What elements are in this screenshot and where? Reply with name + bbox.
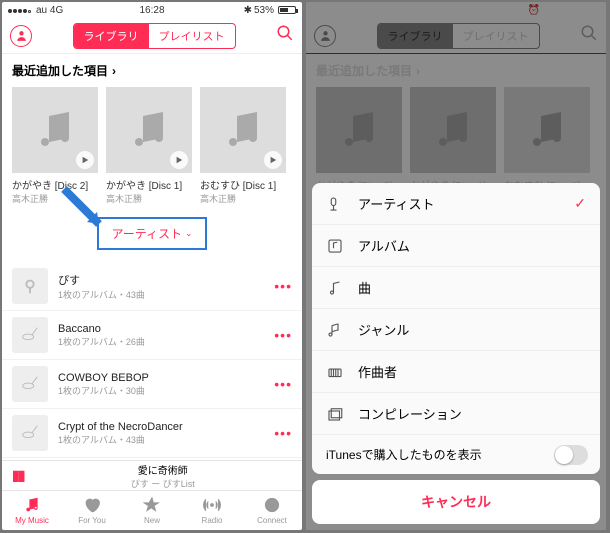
list-item[interactable]: Baccano1枚のアルバム・26曲•••	[2, 311, 302, 360]
more-button[interactable]: •••	[274, 327, 292, 343]
artist-list[interactable]: ぴす1枚のアルバム・43曲••• Baccano1枚のアルバム・26曲••• C…	[2, 262, 302, 460]
battery-icon	[278, 6, 296, 14]
list-item[interactable]: Galileo Galilei•••	[2, 458, 302, 460]
now-playing-bar[interactable]: ▮▮ 愛に奇術師ぴす ー ぴすList	[2, 460, 302, 490]
profile-button[interactable]	[10, 25, 32, 47]
tab-new[interactable]: New	[122, 491, 182, 530]
clock: 16:28	[139, 5, 164, 16]
option-album[interactable]: アルバム	[312, 225, 600, 267]
status-bar: au 4G 16:28 ✱ 53%	[2, 2, 302, 18]
pause-button[interactable]: ▮▮	[12, 467, 23, 484]
cancel-button[interactable]: キャンセル	[312, 480, 600, 524]
phone-left: au 4G 16:28 ✱ 53% ライブラリ プレイリスト 最近追加した項目 …	[2, 2, 302, 530]
chevron-down-icon: ⌄	[185, 228, 193, 239]
list-item[interactable]: COWBOY BEBOP1枚のアルバム・30曲•••	[2, 360, 302, 409]
action-sheet: アーティスト✓ アルバム 曲 ジャンル 作曲者 コンピレーション iTunesで…	[312, 183, 600, 524]
option-compilation[interactable]: コンピレーション	[312, 393, 600, 435]
list-item[interactable]: Crypt of the NecroDancer1枚のアルバム・43曲•••	[2, 409, 302, 458]
signal-dots-icon	[8, 5, 32, 16]
play-icon[interactable]	[76, 151, 94, 169]
nav-bar: ライブラリ プレイリスト	[2, 18, 302, 54]
annotation-arrow-icon	[59, 184, 109, 234]
option-genre[interactable]: ジャンル	[312, 309, 600, 351]
phone-right: au 2:41 ↖ ⏰ ✱ 100% ライブラリ プレイリスト 最近追加した項目…	[306, 2, 606, 530]
segment-control[interactable]: ライブラリ プレイリスト	[73, 23, 236, 49]
album-item[interactable]: おむすひ [Disc 1] 高木正勝	[200, 87, 286, 205]
chevron-right-icon: ›	[112, 64, 116, 78]
tab-foryou[interactable]: For You	[62, 491, 122, 530]
play-icon[interactable]	[264, 151, 282, 169]
tab-mymusic[interactable]: My Music	[2, 491, 62, 530]
album-row[interactable]: かがやき [Disc 2] 高木正勝 かがやき [Disc 1] 高木正勝 おむ…	[2, 87, 302, 205]
option-artist[interactable]: アーティスト✓	[312, 183, 600, 225]
list-item[interactable]: ぴす1枚のアルバム・43曲•••	[2, 262, 302, 311]
tab-radio[interactable]: Radio	[182, 491, 242, 530]
option-song[interactable]: 曲	[312, 267, 600, 309]
battery-percent: 53%	[254, 5, 274, 16]
tab-connect[interactable]: Connect	[242, 491, 302, 530]
sort-dropdown[interactable]: アーティスト⌄	[97, 217, 206, 250]
toggle-switch[interactable]	[554, 445, 588, 465]
tab-bar: My Music For You New Radio Connect	[2, 490, 302, 530]
np-sub: ぴす ー ぴすList	[33, 477, 292, 490]
search-button[interactable]	[276, 24, 294, 47]
option-purchased[interactable]: iTunesで購入したものを表示	[312, 435, 600, 474]
more-button[interactable]: •••	[274, 425, 292, 441]
option-composer[interactable]: 作曲者	[312, 351, 600, 393]
section-header[interactable]: 最近追加した項目 ›	[2, 54, 302, 87]
more-button[interactable]: •••	[274, 376, 292, 392]
tab-library[interactable]: ライブラリ	[74, 24, 149, 48]
album-item[interactable]: かがやき [Disc 1] 高木正勝	[106, 87, 192, 205]
carrier-label: au 4G	[36, 5, 63, 16]
bluetooth-icon: ✱	[244, 5, 252, 16]
check-icon: ✓	[574, 195, 586, 212]
tab-playlists[interactable]: プレイリスト	[149, 24, 235, 48]
play-icon[interactable]	[170, 151, 188, 169]
more-button[interactable]: •••	[274, 278, 292, 294]
np-title: 愛に奇術師	[33, 462, 292, 477]
